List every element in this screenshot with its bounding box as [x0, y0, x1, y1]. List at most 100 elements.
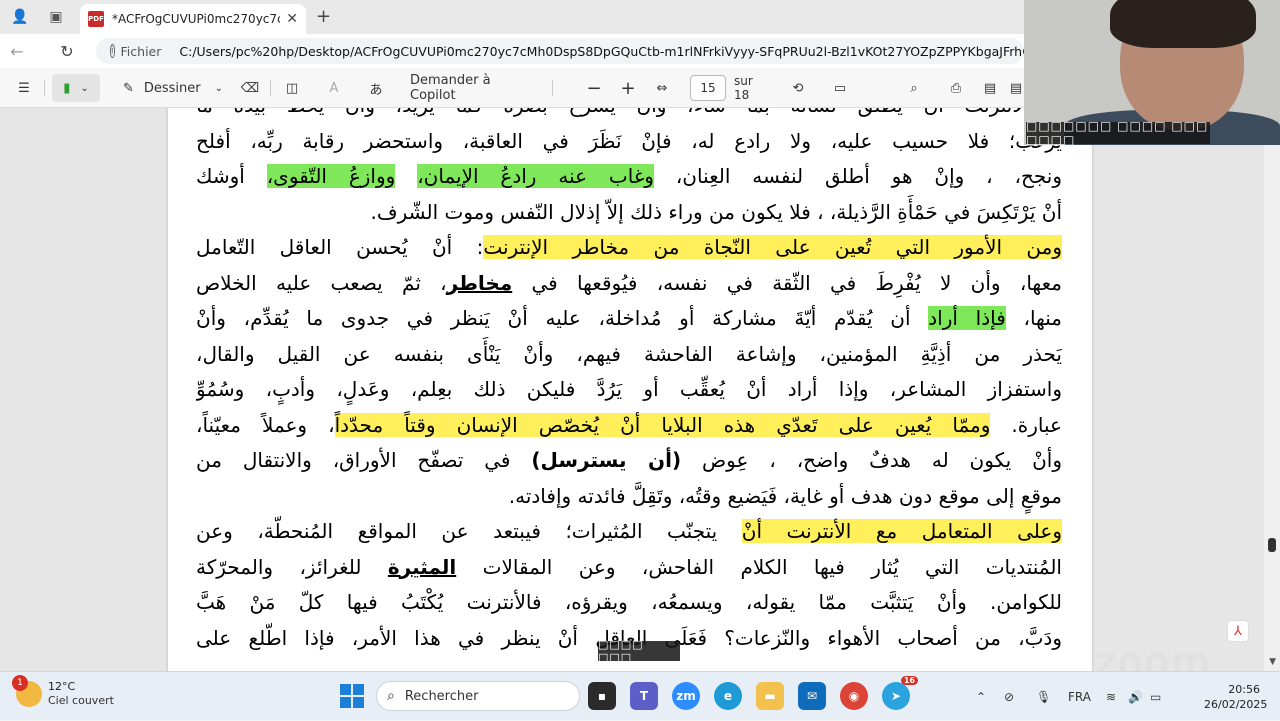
page-view-icon[interactable]: ◫	[280, 68, 304, 108]
text-line: ع الأنترنت أنْ يُطلق لسانه بما شاء، وأنْ…	[196, 108, 1062, 124]
zoom-out-button[interactable]: −	[582, 68, 606, 108]
highlight-yellow: وعلى المتعامل مع الأنترنت أنْ	[741, 519, 1062, 543]
telegram-badge: 16	[900, 676, 918, 685]
vertical-scrollbar[interactable]: ▲ ▼	[1264, 108, 1280, 671]
chevron-down-icon[interactable]: ⌄	[215, 83, 223, 94]
two-page-icon[interactable]: ▭	[828, 68, 852, 108]
pen-icon: ✎	[122, 80, 134, 96]
highlight-yellow: وممّا يُعين على تَعدّي هذه البلايا أنْ ي…	[334, 412, 991, 437]
text-run: يتجنّب المُثيرات؛ فيبتعد عن المواقع المُ…	[196, 519, 742, 543]
highlight-tool-button[interactable]: ▮ ⌄	[52, 74, 100, 102]
info-icon[interactable]: i	[110, 44, 115, 58]
weather-widget[interactable]: 1 12°C Ciel couvert	[12, 675, 114, 708]
copilot-label: Demander à Copilot	[410, 73, 491, 103]
url-scheme: Fichier	[120, 43, 162, 59]
text-run: يَحذر من أذِيَّةِ المؤمنين، وإشاعة الفاح…	[196, 341, 1062, 366]
text-run: : أنْ يُحسن العاقل التّعامل	[196, 235, 484, 259]
address-bar-row: ← ↻ i Fichier C:/Users/pc%20hp/Desktop/A…	[0, 34, 1024, 68]
text-run: منها،	[1005, 306, 1062, 330]
zoom-app-icon[interactable]: zm	[672, 682, 700, 710]
task-view-icon[interactable]: ▪	[588, 682, 616, 710]
tab-title: *ACFrOgCUVUPi0mc270yc7cMh0	[112, 12, 280, 26]
clock[interactable]: 20:56 26/02/2025	[1204, 682, 1268, 712]
tab-actions-icon[interactable]: ▣	[44, 5, 68, 29]
chevron-down-icon[interactable]: ⌄	[80, 83, 88, 94]
rotate-icon[interactable]: ⟲	[786, 68, 810, 108]
new-tab-button[interactable]: +	[316, 6, 331, 27]
text-run: معها، وأن لا يُفْرِطَ في الثّقة في نفسه،…	[512, 270, 1062, 295]
underlined-word: مخاطر	[446, 270, 513, 295]
text-run: ع الأنترنت أنْ يُطلق لسانه بما شاء، وأنْ…	[196, 108, 1062, 117]
fit-width-icon[interactable]: ⇔	[650, 68, 674, 108]
divider	[270, 80, 271, 96]
participant-name: □□□□□□□ □□□□ □□□ □□□□	[1026, 119, 1210, 147]
text-run: موقعٍ إلى موقع دون هدف أو غاية، فَيَضيع …	[508, 483, 1062, 508]
translate-icon[interactable]: あ	[364, 68, 388, 108]
contents-icon[interactable]: ☰	[12, 68, 36, 108]
save-icon[interactable]: ▤	[978, 68, 1002, 108]
tray-chevron-icon[interactable]: ⌃	[976, 672, 986, 721]
language-indicator[interactable]: FRA	[1068, 672, 1091, 721]
eraser-icon[interactable]: ⌫	[238, 68, 262, 108]
volume-icon[interactable]: 🔊	[1128, 672, 1143, 721]
mail-icon[interactable]: ✉	[798, 682, 826, 710]
search-icon[interactable]: ⌕	[902, 68, 926, 108]
network-off-icon[interactable]: ⊘	[1004, 672, 1014, 721]
text-line: منها، فإذا أراد أن يُقدّم أيّةَ مشاركة أ…	[196, 301, 1062, 337]
teams-icon[interactable]: T	[630, 682, 658, 710]
text-line: ونجح، ، وإنْ هو أطلق لنفسه العِنان، وغاب…	[196, 159, 1062, 195]
edge-icon[interactable]: e	[714, 682, 742, 710]
close-tab-icon[interactable]: ✕	[286, 11, 298, 27]
total-pages: sur 18	[734, 74, 753, 102]
text-run: ، ثمّ يصعب عليه الخلاص	[196, 270, 447, 295]
wifi-icon[interactable]: ≋	[1106, 672, 1116, 721]
pdf-toolbar: ☰ ▮ ⌄ ✎ Dessiner ⌄ ⌫ ◫ A あ Demander à Co…	[0, 68, 1024, 108]
clock-date: 26/02/2025	[1204, 698, 1268, 711]
ask-copilot-button[interactable]: Demander à Copilot	[410, 68, 530, 108]
text-run: أنْ يَرْتَكِسَ في حَمْأَةِ الرَّذيلة، ، …	[370, 199, 1062, 224]
page-number-input[interactable]: 15	[690, 75, 726, 101]
taskbar-search[interactable]: ⌕ Rechercher	[376, 681, 580, 711]
file-explorer-icon[interactable]: ▬	[756, 682, 784, 710]
text-line: ومن الأمور التي تُعين على النّجاة من مخا…	[196, 230, 1062, 266]
highlighter-icon: ▮	[63, 80, 71, 96]
highlight-yellow: ومن الأمور التي تُعين على النّجاة من مخا…	[483, 235, 1062, 259]
highlight-green: وغاب عنه رادعُ الإيمان،	[417, 164, 654, 188]
draw-button[interactable]: ✎ Dessiner ⌄	[118, 68, 228, 108]
text-line: معها، وأن لا يُفْرِطَ في الثّقة في نفسه،…	[196, 266, 1062, 302]
text-line: موقعٍ إلى موقع دون هدف أو غاية، فَيَضيع …	[196, 479, 1062, 515]
url-field[interactable]: i Fichier C:/Users/pc%20hp/Desktop/ACFrO…	[96, 38, 1024, 64]
acrobat-icon[interactable]: ⅄	[1227, 620, 1249, 642]
tab-pdf-document[interactable]: PDF *ACFrOgCUVUPi0mc270yc7cMh0 ✕	[80, 4, 306, 34]
read-aloud-icon[interactable]: A	[322, 68, 346, 108]
battery-icon[interactable]: ▭	[1150, 672, 1161, 721]
zoom-in-button[interactable]: +	[616, 68, 640, 108]
profile-icon[interactable]: 👤	[8, 5, 32, 29]
highlight-green: فإذا أراد	[928, 306, 1006, 330]
microphone-icon[interactable]: 🎙	[1036, 672, 1051, 721]
pdf-viewport[interactable]: ع الأنترنت أنْ يُطلق لسانه بما شاء، وأنْ…	[0, 108, 1280, 671]
search-placeholder: Rechercher	[404, 688, 479, 704]
bold-phrase: (أن يسترسل)	[531, 448, 682, 472]
save-as-icon[interactable]: ▤	[1008, 68, 1024, 108]
document-text: ع الأنترنت أنْ يُطلق لسانه بما شاء، وأنْ…	[196, 108, 1062, 656]
text-line: أنْ يَرْتَكِسَ في حَمْأَةِ الرَّذيلة، ، …	[196, 195, 1062, 231]
text-run: للغرائز، والمحرّكة	[196, 554, 388, 579]
divider	[552, 80, 553, 96]
speaker-label: □□□□ □□□	[598, 638, 680, 664]
telegram-icon[interactable]: ➤ 16	[882, 676, 918, 710]
text-run: عبارة.	[990, 412, 1062, 437]
text-run: واستفزاز المشاعر، وإذا أراد أنْ يُعقِّب …	[196, 377, 1062, 401]
scroll-down-icon[interactable]: ▼	[1269, 657, 1276, 667]
print-icon[interactable]: ⎙	[944, 68, 968, 108]
text-line: وأنْ يكون له هدفٌ واضح، ، عِوض (أن يسترس…	[196, 443, 1062, 479]
back-icon[interactable]: ←	[0, 42, 34, 61]
scroll-thumb[interactable]	[1268, 538, 1276, 552]
chrome-icon[interactable]: ◉	[840, 682, 868, 710]
windows-taskbar: 1 12°C Ciel couvert ⌕ Rechercher ▪ T zm …	[0, 671, 1280, 720]
text-run: وأنْ يكون له هدفٌ واضح، ، عِوض	[681, 448, 1062, 472]
url-path: C:/Users/pc%20hp/Desktop/ACFrOgCUVUPi0mc…	[179, 43, 1024, 59]
refresh-icon[interactable]: ↻	[50, 42, 84, 61]
start-button[interactable]	[340, 684, 364, 708]
text-run: ونجح، ، وإنْ هو أطلق لنفسه العِنان،	[653, 164, 1062, 188]
